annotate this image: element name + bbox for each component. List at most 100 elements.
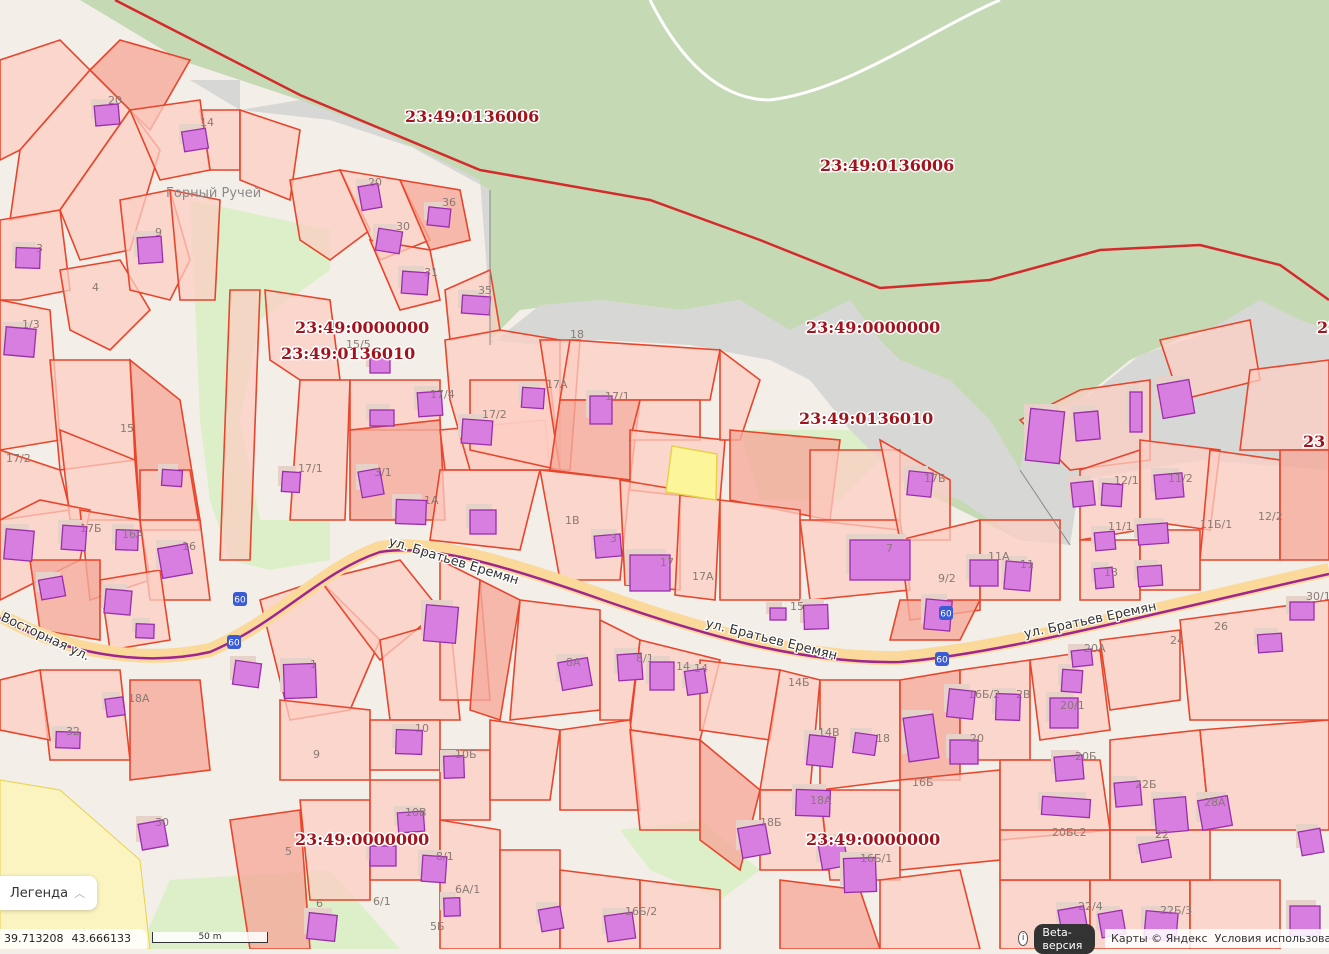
house-number: 22 (1155, 828, 1169, 841)
building[interactable] (1256, 632, 1284, 654)
house-number: 30/1 (1306, 590, 1329, 603)
building[interactable] (849, 539, 911, 581)
house-number: 28А (1204, 796, 1226, 809)
building[interactable] (231, 659, 263, 689)
house-number: 17 (660, 556, 674, 569)
building[interactable] (1040, 795, 1092, 819)
land-parcel[interactable] (629, 729, 701, 831)
selected-parcel[interactable] (665, 445, 718, 501)
building[interactable] (443, 897, 461, 917)
building[interactable] (593, 533, 623, 559)
building[interactable] (802, 603, 830, 631)
house-number: 11А (988, 550, 1010, 563)
chevron-up-icon: ︿ (74, 887, 86, 900)
building[interactable] (649, 661, 675, 691)
house-number: 5Б (430, 920, 445, 933)
land-parcel[interactable] (299, 799, 371, 901)
land-parcel[interactable] (539, 469, 631, 581)
building[interactable] (851, 731, 879, 757)
land-parcel[interactable] (1279, 449, 1329, 561)
legend-button[interactable]: Легенда ︿ (0, 876, 97, 910)
land-parcel[interactable] (489, 719, 561, 801)
building[interactable] (306, 911, 338, 943)
building[interactable] (1070, 480, 1096, 508)
land-parcel[interactable] (1099, 629, 1181, 711)
building[interactable] (1073, 410, 1101, 442)
building[interactable] (1289, 601, 1315, 621)
building[interactable] (37, 575, 67, 601)
house-number: 9 (155, 226, 162, 239)
house-number: 17/1 (605, 390, 630, 403)
building[interactable] (394, 498, 428, 526)
land-parcel[interactable] (289, 379, 351, 521)
building[interactable] (3, 528, 35, 562)
house-number: 16Б/1 (860, 852, 892, 865)
place-label: Горный Ручей (166, 186, 261, 201)
building[interactable] (104, 696, 126, 718)
cadastral-label: 23:49:0136006 (405, 107, 539, 126)
house-number: 16 (182, 540, 196, 553)
land-parcel[interactable] (719, 499, 801, 601)
latitude: 43.666133 (71, 932, 132, 945)
building[interactable] (460, 418, 494, 446)
building[interactable] (369, 409, 395, 427)
building[interactable] (805, 734, 837, 768)
house-number: 11/1 (1108, 520, 1133, 533)
building[interactable] (902, 713, 940, 763)
building[interactable] (1093, 530, 1117, 552)
house-number: 15 (790, 600, 804, 613)
house-number: 6А/1 (455, 883, 480, 896)
building[interactable] (1060, 668, 1084, 694)
cadastral-label: 23:49:0000000 (295, 830, 429, 849)
land-parcel[interactable] (674, 494, 721, 601)
maps-copyright[interactable]: Карты © Яндекс (1111, 932, 1208, 945)
building[interactable] (422, 603, 460, 645)
house-number: 13 (1104, 566, 1118, 579)
building[interactable] (426, 206, 452, 228)
house-number: 9 (313, 748, 320, 761)
land-parcel[interactable] (499, 849, 561, 949)
building[interactable] (103, 588, 133, 616)
house-number: 20/1 (1060, 699, 1085, 712)
land-parcel[interactable] (559, 339, 721, 401)
land-parcel[interactable] (699, 659, 781, 741)
building[interactable] (160, 468, 184, 488)
terms-link[interactable]: Условия использования (1215, 932, 1329, 945)
cadastral-map[interactable]: 23:49:0136006 23:49:0136006 23:49:000000… (0, 0, 1329, 949)
house-number: 3 (610, 532, 617, 545)
house-number: 18А (810, 794, 832, 807)
building[interactable] (969, 559, 999, 587)
building[interactable] (136, 235, 164, 265)
building[interactable] (1024, 407, 1066, 465)
house-number: 22/4 (1078, 900, 1103, 913)
beta-badge[interactable]: Beta-версия (1034, 923, 1096, 954)
building[interactable] (769, 607, 787, 621)
info-icon[interactable]: i (1018, 931, 1029, 946)
building[interactable] (1136, 564, 1164, 588)
cadastral-label: 23 (1317, 318, 1329, 337)
land-parcel[interactable] (879, 869, 981, 949)
land-parcel[interactable] (559, 719, 641, 811)
building[interactable] (460, 294, 492, 316)
building[interactable] (180, 127, 210, 153)
building[interactable] (537, 905, 565, 933)
building[interactable] (469, 509, 497, 535)
building[interactable] (369, 845, 397, 867)
building[interactable] (3, 326, 37, 358)
building[interactable] (1136, 522, 1170, 546)
land-parcel[interactable] (279, 699, 371, 781)
building[interactable] (1297, 827, 1325, 857)
land-parcel[interactable] (719, 348, 761, 441)
road-number-text: 60 (234, 596, 246, 606)
house-number: 31 (424, 266, 438, 279)
house-number: 2В (1016, 688, 1031, 701)
house-number: 20 (368, 176, 382, 189)
attribution-bar: i Beta-версия Карты © Яндекс Условия исп… (1014, 923, 1329, 954)
building[interactable] (135, 623, 155, 639)
building[interactable] (1129, 391, 1143, 433)
land-parcel[interactable] (1199, 449, 1281, 561)
cadastral-label: 23 (1303, 432, 1325, 451)
building[interactable] (520, 386, 546, 410)
building[interactable] (1156, 378, 1196, 420)
building[interactable] (93, 103, 121, 127)
